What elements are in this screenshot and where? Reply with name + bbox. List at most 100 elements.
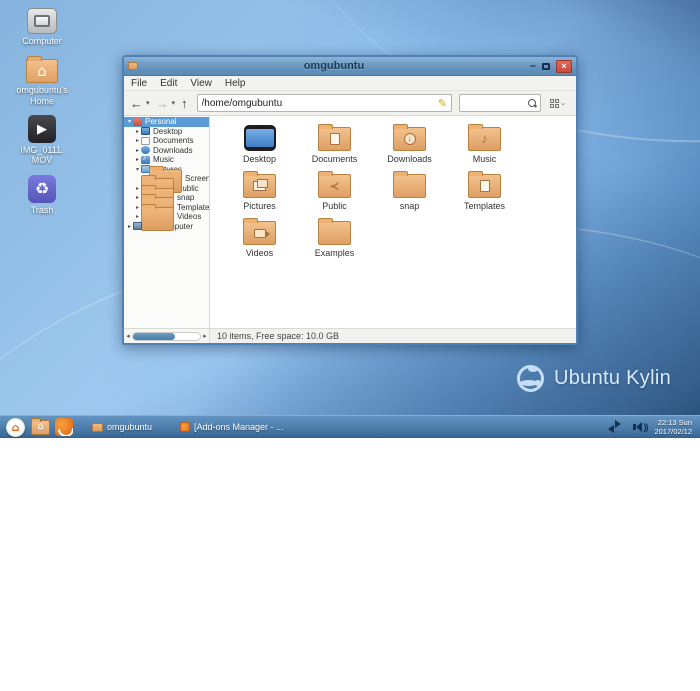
snap-folder-icon bbox=[393, 174, 426, 198]
scroll-left-icon[interactable]: ◂ bbox=[125, 332, 131, 340]
expander-icon[interactable]: ▸ bbox=[134, 128, 141, 135]
sidebar-item-personal[interactable]: ▾ Personal bbox=[124, 117, 209, 127]
expander-icon[interactable]: ▸ bbox=[134, 137, 141, 144]
person-icon bbox=[133, 118, 142, 126]
desktop-icon-home[interactable]: ⌂ omgubuntu's Home bbox=[14, 55, 70, 106]
browser-launcher[interactable] bbox=[55, 418, 73, 436]
folder-icon bbox=[141, 207, 174, 231]
forward-history-caret-icon[interactable]: ▾ bbox=[172, 99, 176, 107]
menu-edit[interactable]: Edit bbox=[160, 78, 177, 89]
maximize-button[interactable] bbox=[542, 63, 550, 70]
taskbar: ⌂ ⌂ omgubuntu [Add-ons Manager - ... )) … bbox=[0, 415, 700, 438]
sidebar-horizontal-scrollbar[interactable]: ◂ ▸ bbox=[124, 329, 210, 343]
file-manager-launcher[interactable]: ⌂ bbox=[31, 420, 50, 435]
clock-date: 2017/02/12 bbox=[654, 427, 692, 436]
scroll-right-icon[interactable]: ▸ bbox=[202, 332, 208, 340]
examples-folder-icon bbox=[318, 221, 351, 245]
music-note-icon bbox=[141, 156, 150, 164]
videos-folder-icon bbox=[243, 221, 276, 245]
sidebar-item-documents[interactable]: ▸ Documents bbox=[124, 136, 209, 146]
expander-icon[interactable]: ▸ bbox=[134, 194, 141, 201]
view-mode-button[interactable]: ⌄ bbox=[547, 99, 571, 108]
taskbar-task-addons-manager[interactable]: [Add-ons Manager - ... bbox=[174, 418, 290, 437]
file-list-pane[interactable]: Desktop Documents Downloads Music bbox=[210, 116, 576, 328]
expander-icon[interactable]: ▸ bbox=[126, 223, 133, 230]
back-history-caret-icon[interactable]: ▾ bbox=[146, 99, 150, 107]
window-titlebar[interactable]: omgubuntu – × bbox=[124, 57, 576, 76]
trash-icon: ♻ bbox=[28, 175, 56, 203]
minimize-button[interactable]: – bbox=[530, 62, 536, 70]
file-item-examples[interactable]: Examples bbox=[297, 215, 372, 262]
status-text: 10 items, Free space: 10.0 GB bbox=[210, 331, 339, 341]
ubuntu-kylin-logo-icon bbox=[517, 365, 544, 392]
volume-icon[interactable]: )) bbox=[633, 422, 646, 432]
video-file-icon: ▶ bbox=[28, 115, 56, 143]
file-item-documents[interactable]: Documents bbox=[297, 121, 372, 168]
file-item-templates[interactable]: Templates bbox=[447, 168, 522, 215]
expander-icon[interactable]: ▸ bbox=[134, 213, 141, 220]
window-app-icon bbox=[128, 62, 138, 70]
scrollbar-thumb[interactable] bbox=[133, 333, 175, 340]
menu-file[interactable]: File bbox=[131, 78, 147, 89]
computer-icon bbox=[27, 8, 57, 34]
taskbar-task-file-manager[interactable]: omgubuntu bbox=[86, 418, 166, 437]
monitor-icon bbox=[141, 127, 150, 135]
desktop-wallpaper: Computer ⌂ omgubuntu's Home ▶ IMG_0111. … bbox=[0, 0, 700, 438]
menubar: File Edit View Help bbox=[124, 76, 576, 91]
folder-icon bbox=[92, 423, 103, 432]
window-title: omgubuntu bbox=[138, 60, 530, 72]
start-menu-button[interactable]: ⌂ bbox=[6, 418, 25, 437]
desktop-icon-label: IMG_0111. MOV bbox=[14, 145, 70, 166]
file-item-pictures[interactable]: Pictures bbox=[222, 168, 297, 215]
document-icon bbox=[141, 137, 150, 145]
desktop-icon-trash[interactable]: ♻ Trash bbox=[14, 175, 70, 215]
file-item-public[interactable]: Public bbox=[297, 168, 372, 215]
sidebar-item-music[interactable]: ▸ Music bbox=[124, 155, 209, 165]
search-input[interactable] bbox=[463, 98, 528, 109]
search-icon[interactable] bbox=[528, 99, 537, 108]
expander-icon[interactable]: ▾ bbox=[126, 118, 133, 125]
search-box[interactable] bbox=[459, 94, 541, 112]
downloads-folder-icon bbox=[393, 127, 426, 151]
pictures-folder-icon bbox=[243, 174, 276, 198]
back-button[interactable]: ← bbox=[129, 97, 144, 110]
close-button[interactable]: × bbox=[556, 60, 572, 73]
clock[interactable]: 22:13 Sun 2017/02/12 bbox=[654, 418, 692, 436]
desktop-folder-icon bbox=[244, 125, 276, 151]
firefox-icon bbox=[55, 418, 73, 436]
path-bar[interactable]: ✎ bbox=[197, 94, 453, 112]
clock-time: 22:13 Sun bbox=[658, 418, 692, 427]
edit-path-icon[interactable]: ✎ bbox=[438, 98, 447, 109]
sidebar-item-videos[interactable]: ▸ Videos bbox=[124, 212, 209, 222]
file-item-music[interactable]: Music bbox=[447, 121, 522, 168]
expander-icon[interactable]: ▸ bbox=[134, 185, 141, 192]
up-button[interactable]: ↑ bbox=[180, 97, 189, 110]
toolbar: ← ▾ → ▾ ↑ ✎ ⌄ bbox=[124, 91, 576, 116]
public-folder-icon bbox=[318, 174, 351, 198]
menu-view[interactable]: View bbox=[190, 78, 212, 89]
file-manager-window: omgubuntu – × File Edit View Help ← ▾ → … bbox=[122, 55, 578, 345]
expander-icon[interactable]: ▸ bbox=[134, 204, 141, 211]
statusbar: ◂ ▸ 10 items, Free space: 10.0 GB bbox=[124, 328, 576, 343]
file-item-downloads[interactable]: Downloads bbox=[372, 121, 447, 168]
forward-button[interactable]: → bbox=[155, 97, 170, 110]
os-branding-text: Ubuntu Kylin bbox=[554, 367, 671, 390]
menu-help[interactable]: Help bbox=[225, 78, 246, 89]
path-input[interactable] bbox=[202, 98, 438, 109]
expander-icon[interactable]: ▸ bbox=[134, 147, 141, 154]
file-item-desktop[interactable]: Desktop bbox=[222, 121, 297, 168]
desktop-icon-label: omgubuntu's Home bbox=[14, 85, 70, 106]
sidebar-item-downloads[interactable]: ▸ Downloads bbox=[124, 146, 209, 156]
sidebar-item-desktop[interactable]: ▸ Desktop bbox=[124, 127, 209, 137]
expander-icon[interactable]: ▸ bbox=[134, 156, 141, 163]
file-item-snap[interactable]: snap bbox=[372, 168, 447, 215]
network-traffic-icon[interactable] bbox=[604, 422, 625, 433]
desktop-icons: Computer ⌂ omgubuntu's Home ▶ IMG_0111. … bbox=[14, 8, 70, 215]
scrollbar-track[interactable] bbox=[132, 332, 201, 341]
grid-view-icon bbox=[550, 99, 559, 108]
home-folder-icon: ⌂ bbox=[31, 420, 50, 435]
desktop-icon-video-file[interactable]: ▶ IMG_0111. MOV bbox=[14, 115, 70, 166]
file-item-videos[interactable]: Videos bbox=[222, 215, 297, 262]
desktop-icon-computer[interactable]: Computer bbox=[14, 8, 70, 46]
expander-icon[interactable]: ▾ bbox=[134, 166, 141, 173]
